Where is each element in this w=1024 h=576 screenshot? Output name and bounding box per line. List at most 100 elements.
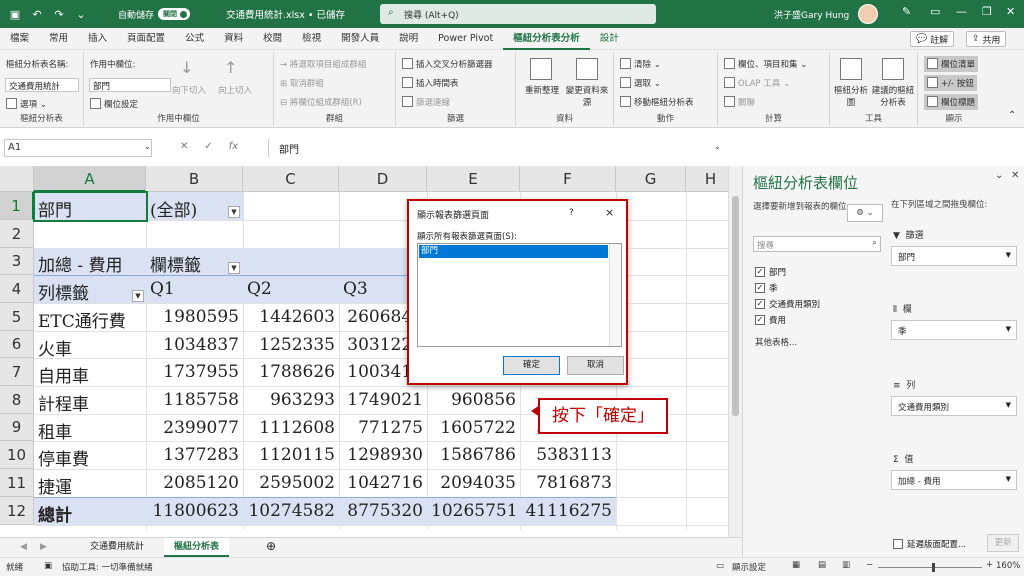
olap-tools-button[interactable]: OLAP 工具 ⌄ [724,77,790,89]
listbox-scrollbar[interactable] [609,244,621,346]
grand-total-label[interactable]: 總計 [34,501,146,526]
row-label[interactable]: 停車費 [34,445,146,470]
column-header-c[interactable]: C [243,166,339,192]
tab-design[interactable]: 設計 [590,28,629,50]
defer-layout-option[interactable]: 延遲版面配置... [893,538,966,550]
avatar[interactable] [858,4,878,24]
document-title[interactable]: 交通費用統計.xlsx • 已儲存 [226,7,345,21]
tab-scroll-right-icon[interactable]: ▶ [30,538,57,557]
help-icon[interactable]: ? [569,208,574,218]
row-label[interactable]: 火車 [34,335,146,360]
data-cell[interactable]: 1120115 [243,445,339,465]
data-cell[interactable]: 1980595 [146,307,243,327]
column-header-h[interactable]: H [686,166,728,192]
rows-area-item[interactable]: 交通費用類別 ▼ [891,396,1017,416]
accessibility-status[interactable]: 協助工具: 一切準備就緒 [62,561,153,573]
active-field-input[interactable]: 部門 [89,78,171,92]
formula-input[interactable]: 部門 [268,139,728,157]
ribbon-display-icon[interactable]: ▭ [930,5,940,18]
refresh-button[interactable]: 重新整理 [524,84,560,96]
data-cell[interactable]: 960856 [427,390,520,410]
vertical-scrollbar[interactable] [728,166,742,537]
grand-total-cell[interactable]: 11800623 [146,501,243,521]
values-area-item[interactable]: 加總 - 費用 ▼ [891,470,1017,490]
checkbox-checked[interactable]: ✓ [755,267,765,277]
zoom-out-icon[interactable]: − [866,560,873,570]
save-icon[interactable]: ▣ [8,7,22,21]
row-label[interactable]: ETC通行費 [34,307,146,332]
undo-icon[interactable]: ↶ [30,7,44,21]
select-button[interactable]: 選取 ⌄ [620,77,661,89]
data-cell[interactable]: 1737955 [146,362,243,382]
macro-record-icon[interactable]: ▣ [44,561,52,571]
redo-icon[interactable]: ↷ [52,7,66,21]
row-label[interactable]: 計程車 [34,390,146,415]
filter-connections-button[interactable]: 篩選連線 [402,96,450,108]
dropdown-icon[interactable]: ▼ [1006,401,1011,409]
tab-home[interactable]: 常用 [39,28,78,50]
row-header-4[interactable]: 4 [0,275,34,303]
customize-qat-icon[interactable]: ⌄ [74,7,88,21]
pane-options-icon[interactable]: ⌄ [995,170,1003,181]
enter-icon[interactable]: ✓ [204,141,212,152]
add-sheet-icon[interactable]: ⊕ [256,538,286,557]
filter-dropdown-icon[interactable]: ▼ [228,206,240,218]
field-list-button[interactable]: 欄位清單 [924,56,979,72]
drill-up-button[interactable]: 向上切入 [218,84,252,96]
buttons-toggle[interactable]: +/- 按鈕 [924,75,977,91]
zoom-slider[interactable] [878,567,982,568]
tab-data[interactable]: 資料 [214,28,253,50]
insert-function-icon[interactable]: fx [229,141,238,152]
data-cell[interactable]: 1042716 [339,473,427,493]
update-button[interactable]: 更新 [987,534,1019,552]
zoom-level[interactable]: 160% [996,561,1020,571]
ungroup-button[interactable]: ⊞ 取消群組 [280,77,324,89]
pivotchart-button[interactable]: 樞紐分析圖 [834,84,868,108]
normal-view-icon[interactable]: ▦ [792,560,800,570]
row-header-7[interactable]: 7 [0,358,34,386]
data-cell[interactable]: 1034837 [146,335,243,355]
column-labels-dropdown-icon[interactable]: ▼ [228,262,240,274]
grand-total-cell[interactable]: 10274582 [243,501,339,521]
dropdown-icon[interactable]: ▼ [1006,251,1011,259]
row-header-3[interactable]: 3 [0,248,34,275]
data-cell[interactable]: 2094035 [427,473,520,493]
row-header-5[interactable]: 5 [0,303,34,331]
group-selection-button[interactable]: → 將選取項目組成群組 [280,58,366,70]
data-cell[interactable]: 2085120 [146,473,243,493]
column-header-b[interactable]: B [146,166,243,192]
tab-formulas[interactable]: 公式 [175,28,214,50]
tab-review[interactable]: 校閱 [253,28,292,50]
tab-help[interactable]: 說明 [389,28,428,50]
data-cell[interactable]: 1788626 [243,362,339,382]
row-labels-dropdown-icon[interactable]: ▼ [132,290,144,302]
quarter-header-q1[interactable]: Q1 [146,279,243,299]
tab-page-layout[interactable]: 頁面配置 [117,28,175,50]
ok-button[interactable]: 確定 [503,356,560,375]
zoom-slider-thumb[interactable] [932,563,935,572]
data-cell[interactable]: 1586786 [427,445,520,465]
column-header-f[interactable]: F [520,166,616,192]
move-pivot-button[interactable]: 移動樞紐分析表 [620,96,694,108]
field-search-input[interactable]: 搜尋 ⌕ [753,236,881,252]
tab-power-pivot[interactable]: Power Pivot [428,28,503,50]
data-cell[interactable]: 1377283 [146,445,243,465]
field-item[interactable]: ✓ 費用 [755,314,786,326]
field-item[interactable]: ✓ 部門 [755,266,786,278]
data-cell[interactable]: 1442603 [243,307,339,327]
columns-area-item[interactable]: 季 ▼ [891,320,1017,340]
field-headers-button[interactable]: 欄位標題 [924,94,979,110]
collapse-ribbon-icon[interactable]: ⌃ [1008,110,1016,121]
grand-total-cell[interactable]: 8775320 [339,501,427,521]
insert-slicer-button[interactable]: 插入交叉分析篩選器 [402,58,493,70]
filter-pages-listbox[interactable]: 部門 [417,243,622,347]
grand-total-cell[interactable]: 10265751 [427,501,520,521]
close-icon[interactable]: × [605,206,614,219]
row-header-9[interactable]: 9 [0,414,34,441]
page-break-view-icon[interactable]: ▥ [842,560,850,570]
checkbox-unchecked[interactable] [893,539,903,549]
search-box[interactable]: ⌕ 搜尋 (Alt+Q) [380,4,656,24]
group-field-button[interactable]: ⊟ 將欄位組成群組(R) [280,96,362,108]
tab-developer[interactable]: 開發人員 [331,28,389,50]
data-cell[interactable]: 1298930 [339,445,427,465]
